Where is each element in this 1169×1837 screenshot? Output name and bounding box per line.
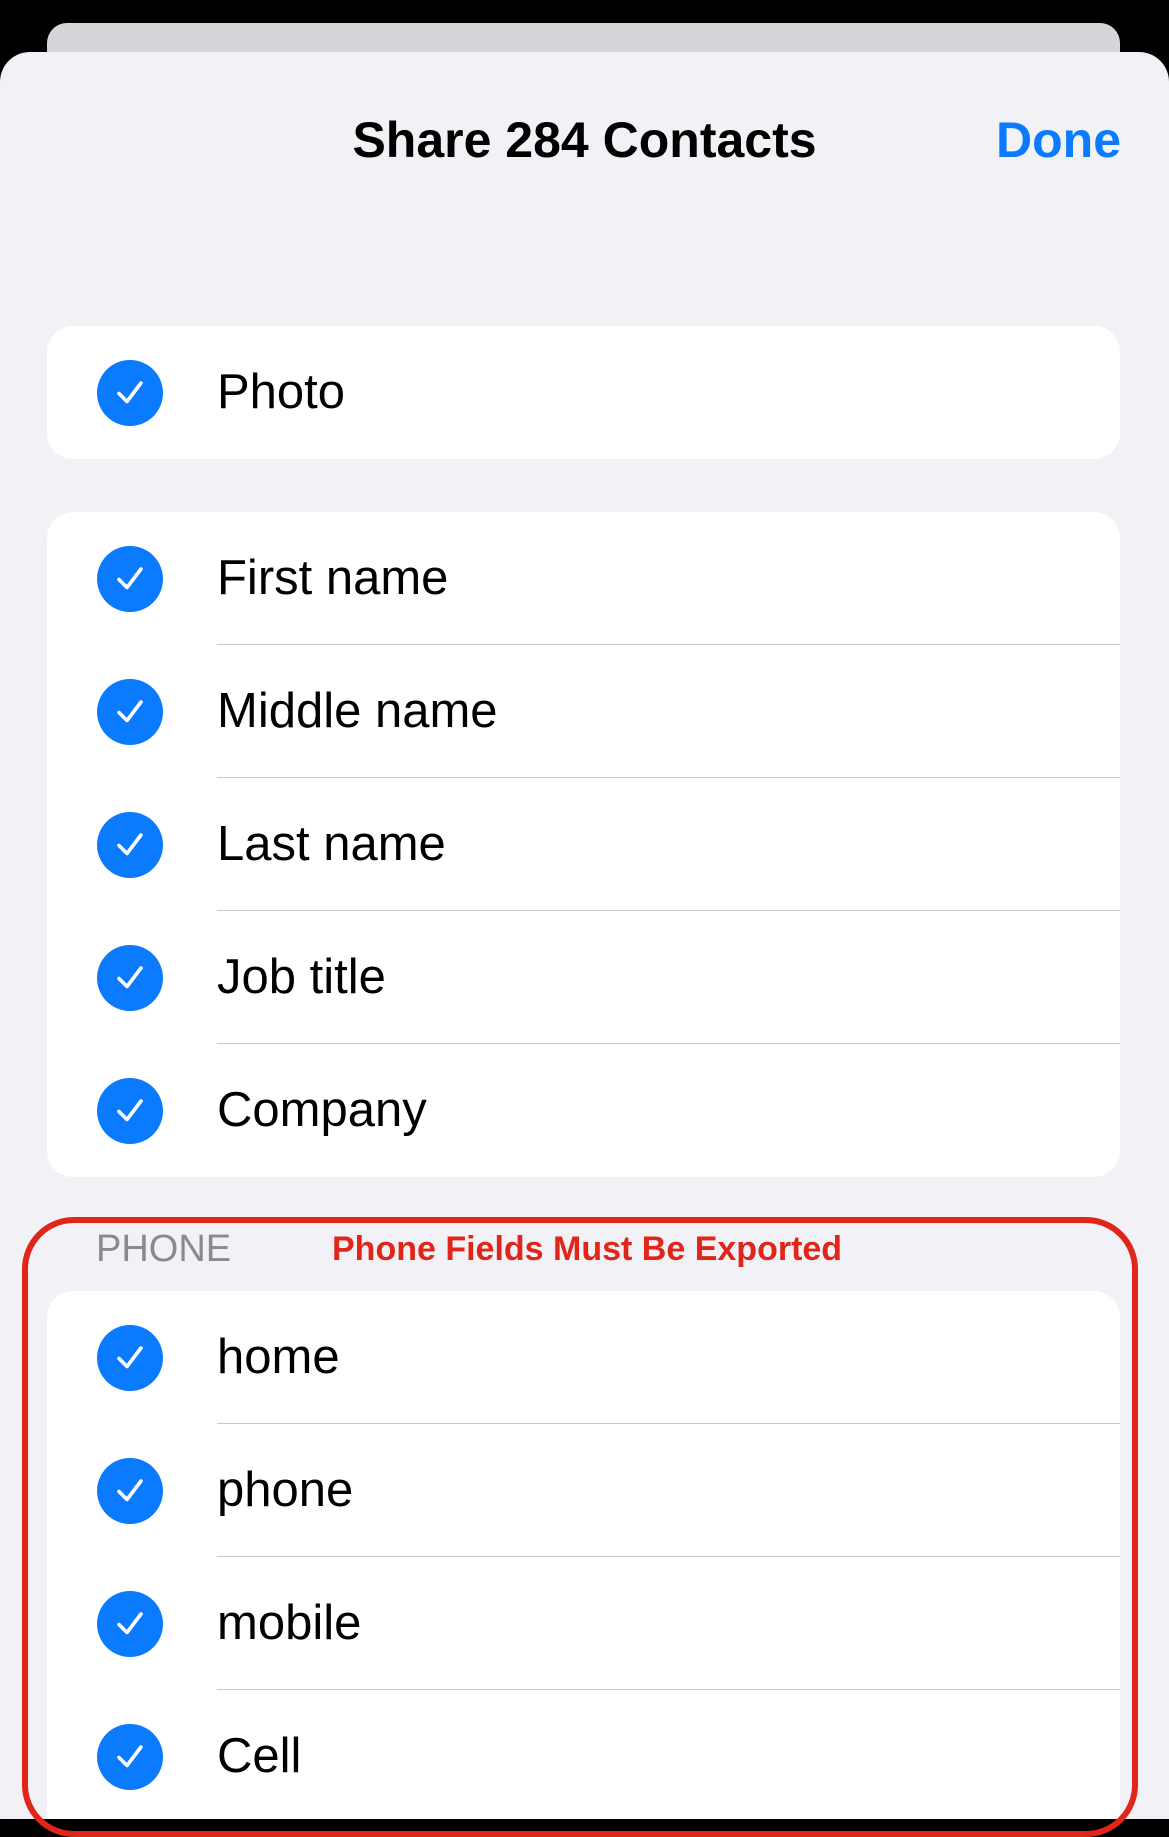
field-row-mobile[interactable]: mobile	[47, 1557, 1120, 1690]
checkmark-circle-icon[interactable]	[97, 1325, 163, 1391]
field-label: Company	[217, 1083, 427, 1137]
field-row-phone[interactable]: phone	[47, 1424, 1120, 1557]
phone-fields-group: home phone mobile Cell	[47, 1291, 1120, 1819]
checkmark-circle-icon[interactable]	[97, 546, 163, 612]
name-fields-group: First name Middle name Last name Job title C…	[47, 512, 1120, 1177]
checkmark-circle-icon[interactable]	[97, 1591, 163, 1657]
field-label: Middle name	[217, 684, 498, 738]
annotation-label: Phone Fields Must Be Exported	[332, 1230, 843, 1268]
sheet-title: Share 284 Contacts	[352, 112, 817, 168]
field-label: phone	[217, 1463, 354, 1517]
done-button[interactable]: Done	[996, 110, 1121, 170]
checkmark-circle-icon[interactable]	[97, 945, 163, 1011]
checkmark-circle-icon[interactable]	[97, 1078, 163, 1144]
checkmark-circle-icon[interactable]	[97, 1458, 163, 1524]
field-row-photo[interactable]: Photo	[47, 326, 1120, 459]
field-row-middle-name[interactable]: Middle name	[47, 645, 1120, 778]
phone-section-header: PHONE	[96, 1228, 232, 1270]
field-label: Cell	[217, 1729, 302, 1783]
field-row-first-name[interactable]: First name	[47, 512, 1120, 645]
checkmark-circle-icon[interactable]	[97, 812, 163, 878]
checkmark-circle-icon[interactable]	[97, 360, 163, 426]
field-row-cell[interactable]: Cell	[47, 1690, 1120, 1819]
field-label: home	[217, 1330, 340, 1384]
field-row-home[interactable]: home	[47, 1291, 1120, 1424]
field-label: mobile	[217, 1596, 362, 1650]
checkmark-circle-icon[interactable]	[97, 1724, 163, 1790]
field-label: Last name	[217, 817, 446, 871]
field-label: First name	[217, 551, 449, 605]
field-row-company[interactable]: Company	[47, 1044, 1120, 1177]
field-row-last-name[interactable]: Last name	[47, 778, 1120, 911]
checkmark-circle-icon[interactable]	[97, 679, 163, 745]
field-label: Photo	[217, 365, 346, 419]
share-contacts-sheet: Share 284 Contacts Done Photo First name…	[0, 52, 1169, 1819]
photo-group: Photo	[47, 326, 1120, 459]
field-label: Job title	[217, 950, 386, 1004]
field-row-job-title[interactable]: Job title	[47, 911, 1120, 1044]
